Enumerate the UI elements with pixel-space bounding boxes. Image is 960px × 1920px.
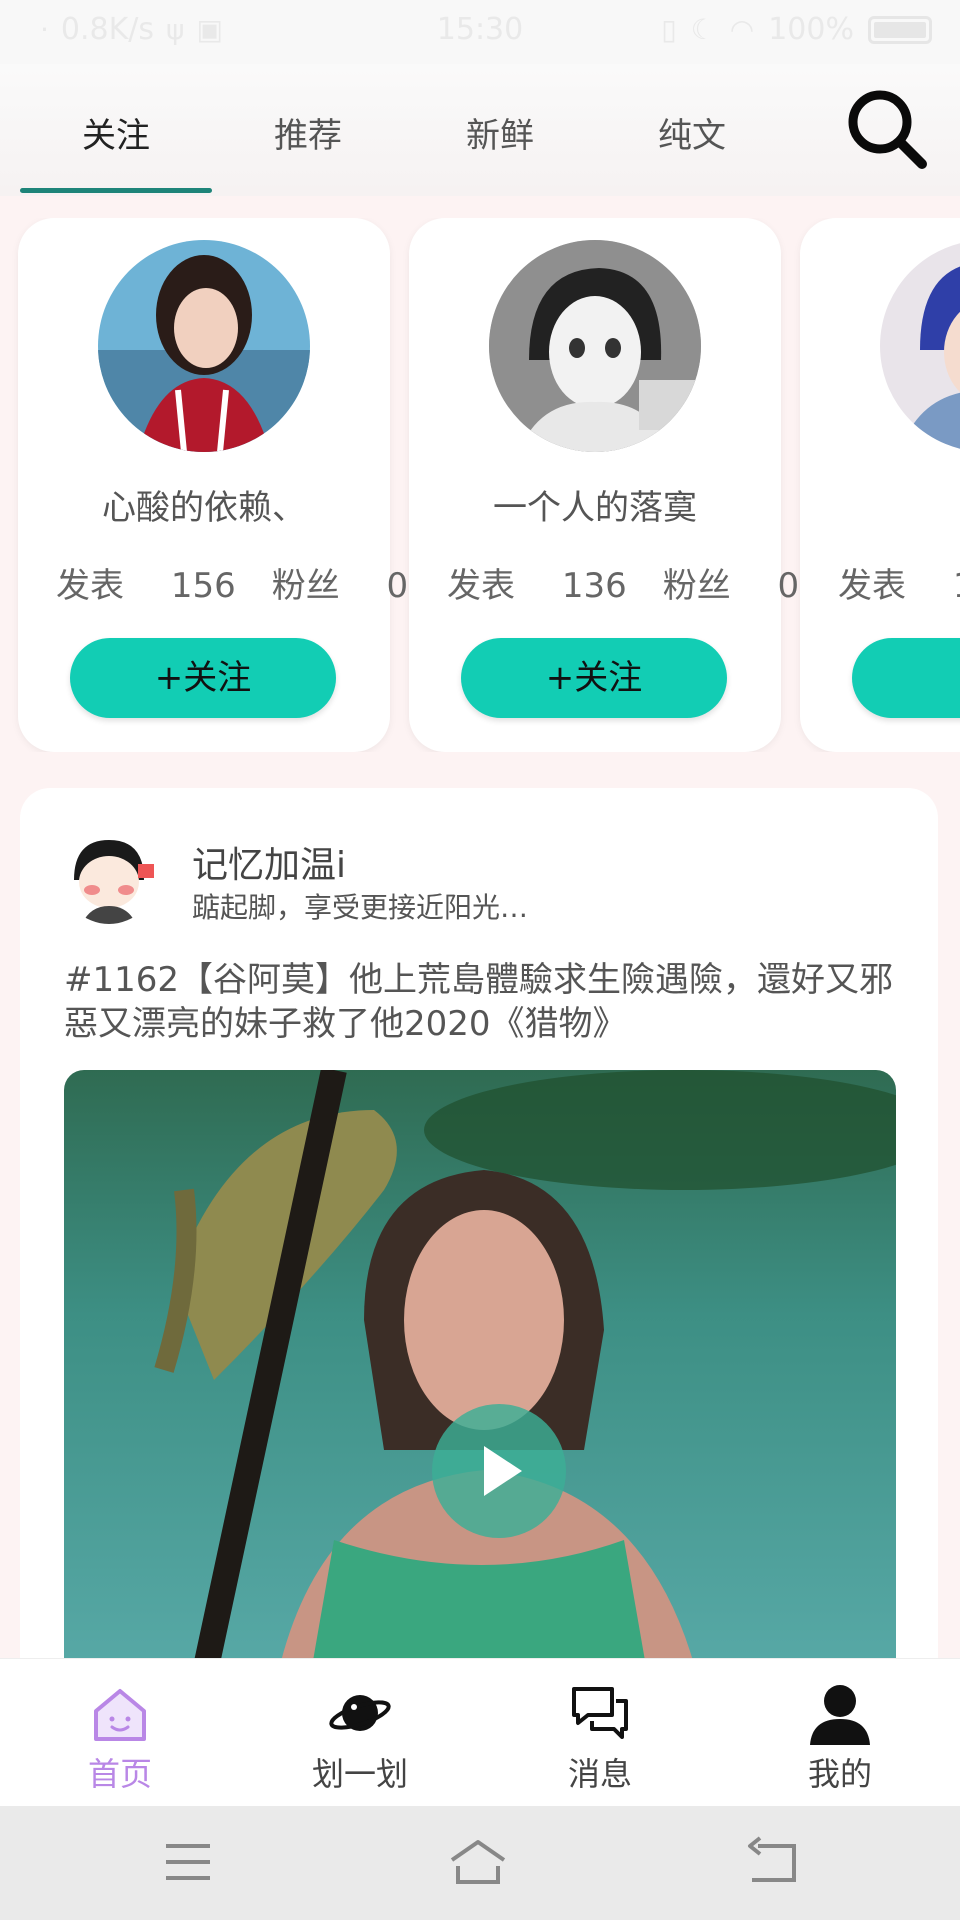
- search-button[interactable]: [842, 84, 932, 174]
- back-icon[interactable]: [742, 1836, 802, 1888]
- battery-icon: [868, 15, 932, 44]
- active-tab-indicator: [20, 188, 212, 193]
- wifi-icon: ◠: [729, 13, 755, 46]
- nav-home[interactable]: 首页: [0, 1659, 240, 1807]
- tab-fresh[interactable]: 新鲜: [404, 108, 596, 157]
- planet-icon: [329, 1695, 391, 1731]
- user-stats: 发表 136 粉丝 0: [447, 558, 799, 607]
- post-author-name[interactable]: 记忆加温i: [192, 836, 346, 888]
- user-name[interactable]: 心酸的依赖、: [18, 480, 390, 529]
- recommended-users[interactable]: 心酸的依赖、 发表 156 粉丝 0 +关注 一个人的落寞 发表 136 粉丝 0 …: [0, 218, 960, 752]
- fans-count: 0: [386, 566, 409, 606]
- user-stats: 发表 12粉丝 0: [838, 558, 960, 607]
- nav-profile[interactable]: 我的: [720, 1659, 960, 1807]
- posts-count: 156: [170, 566, 236, 606]
- follow-button[interactable]: +: [852, 638, 960, 718]
- tab-recommend[interactable]: 推荐: [212, 108, 404, 157]
- system-navigation-bar: [0, 1806, 960, 1920]
- user-stats: 发表 156 粉丝 0: [56, 558, 408, 607]
- nav-messages[interactable]: 消息: [480, 1659, 720, 1807]
- post-author-signature: 踮起脚，享受更接近阳光…: [192, 891, 529, 924]
- nav-profile-label: 我的: [807, 1755, 872, 1793]
- nav-swipe-label: 划一划: [311, 1755, 408, 1793]
- battery-percent: 100%: [768, 12, 854, 47]
- posts-stat: 发表 12: [838, 566, 960, 606]
- menu-icon[interactable]: [158, 1836, 218, 1888]
- nav-home-label: 首页: [87, 1755, 152, 1793]
- search-icon: [848, 90, 927, 169]
- user-name[interactable]: 一个人的落寞: [409, 480, 781, 529]
- user-card[interactable]: 一个人的落寞 发表 136 粉丝 0 +关注: [409, 218, 799, 752]
- moon-icon: ☾: [690, 13, 716, 46]
- tab-follow[interactable]: 关注: [20, 108, 212, 157]
- nav-swipe[interactable]: 划一划: [240, 1659, 480, 1807]
- posts-label: 发表: [56, 566, 124, 606]
- fans-label: 粉丝: [271, 566, 340, 606]
- post-author-avatar[interactable]: [62, 830, 156, 924]
- follow-button[interactable]: +关注: [461, 638, 727, 718]
- avatar[interactable]: [489, 240, 701, 452]
- posts-label: 发表: [838, 566, 906, 606]
- avatar[interactable]: [880, 240, 960, 452]
- user-card[interactable]: 挽 发表 12粉丝 0 +: [800, 218, 960, 752]
- top-tab-bar: 关注 推荐 新鲜 纯文: [0, 64, 960, 196]
- fans-stat: 粉丝 0: [663, 566, 799, 606]
- avatar[interactable]: [98, 240, 310, 452]
- nav-messages-label: 消息: [567, 1755, 632, 1793]
- status-bar: · 0.8K/s ψ ▣ 15:30 ▯ ☾ ◠ 100%: [0, 0, 960, 64]
- home-button-icon[interactable]: [448, 1836, 508, 1888]
- user-icon: [810, 1685, 870, 1745]
- home-icon: [94, 1689, 146, 1741]
- posts-label: 发表: [447, 566, 515, 606]
- user-name[interactable]: 挽: [800, 480, 960, 529]
- fans-count: 0: [777, 566, 800, 606]
- user-card[interactable]: 心酸的依赖、 发表 156 粉丝 0 +关注: [18, 218, 408, 752]
- tab-text-only[interactable]: 纯文: [596, 108, 788, 157]
- status-right: ▯ ☾ ◠ 100%: [661, 12, 932, 47]
- play-button[interactable]: [432, 1404, 566, 1538]
- chat-icon: [572, 1687, 628, 1739]
- posts-count: 136: [561, 566, 627, 606]
- follow-button[interactable]: +关注: [70, 638, 336, 718]
- fans-stat: 粉丝 0: [272, 566, 408, 606]
- vibrate-icon: ▯: [661, 13, 677, 46]
- posts-stat: 发表 156: [56, 566, 236, 606]
- posts-count: 12: [953, 566, 960, 606]
- fans-label: 粉丝: [662, 566, 731, 606]
- bottom-navigation: 首页 划一划 消息 我的: [0, 1658, 960, 1806]
- post-text[interactable]: #1162【谷阿莫】他上荒島體驗求生險遇險，還好又邪惡又漂亮的妹子救了他2020…: [64, 958, 900, 1046]
- posts-stat: 发表 136: [447, 566, 627, 606]
